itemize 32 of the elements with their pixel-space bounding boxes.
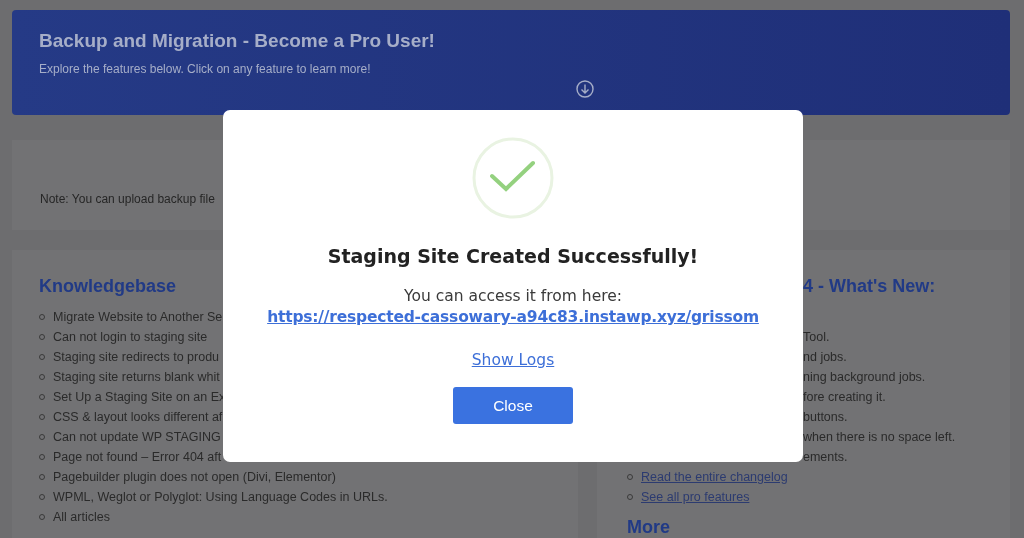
- success-check-icon: [472, 137, 554, 219]
- dialog-message: You can access it from here:: [404, 287, 622, 305]
- article-link[interactable]: Staging site returns blank whit: [53, 370, 220, 384]
- feature-text: Tool.: [803, 330, 830, 344]
- show-logs-link[interactable]: Show Logs: [471, 351, 555, 369]
- section-heading: Knowledgebase: [39, 276, 177, 297]
- article-link[interactable]: WPML, Weglot or Polyglot: Using Language Codes in URLs.: [53, 490, 388, 504]
- staging-url-link[interactable]: https://respected-cassowary-a94c83.instawp.xyz/grissom: [267, 308, 759, 326]
- section-heading: More: [627, 517, 670, 538]
- scroll-down-icon[interactable]: [576, 80, 594, 98]
- close-button[interactable]: Close: [453, 387, 573, 424]
- article-link[interactable]: Can not update WP STAGING: [53, 430, 221, 444]
- feature-text: nd jobs.: [803, 350, 847, 364]
- banner-subtitle: Explore the features below. Click on any feature to learn more!: [39, 62, 371, 76]
- article-link[interactable]: Staging site redirects to produ: [53, 350, 220, 364]
- article-link[interactable]: Can not login to staging site: [53, 330, 208, 344]
- article-link[interactable]: Page not found – Error 404 aft: [53, 450, 222, 464]
- feature-text: buttons.: [803, 410, 848, 424]
- feature-text: when there is no space left.: [803, 430, 956, 444]
- article-link[interactable]: CSS & layout looks different af: [53, 410, 223, 424]
- dialog-title: Staging Site Created Successfully!: [327, 245, 699, 267]
- feature-text: fore creating it.: [803, 390, 886, 404]
- feature-text: ements.: [803, 450, 848, 464]
- article-link[interactable]: All articles: [53, 510, 110, 524]
- note-text: Note: You can upload backup file: [40, 192, 215, 206]
- banner-title: Backup and Migration - Become a Pro User!: [39, 30, 435, 52]
- article-link[interactable]: Pagebuilder plugin does not open (Divi, Elementor): [53, 470, 336, 484]
- changelog-link[interactable]: Read the entire changelog: [641, 470, 788, 484]
- feature-text: ning background jobs.: [803, 370, 926, 384]
- changelog-link[interactable]: See all pro features: [641, 490, 750, 504]
- article-link[interactable]: Migrate Website to Another Se: [53, 310, 223, 324]
- section-heading: 4 - What's New:: [803, 276, 936, 297]
